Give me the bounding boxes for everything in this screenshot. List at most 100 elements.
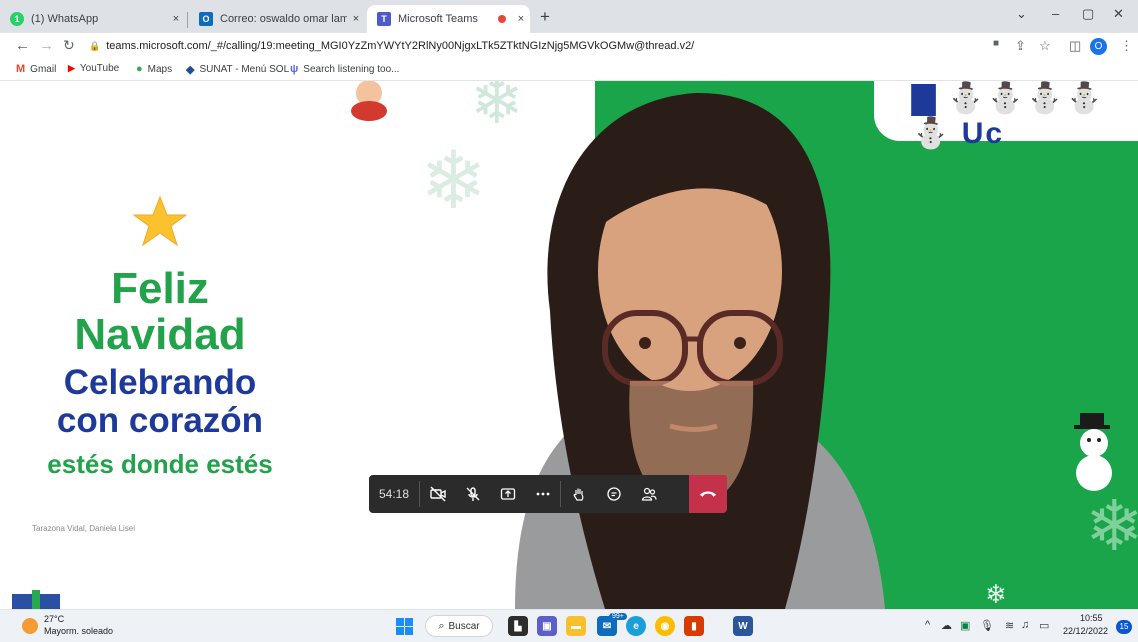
- close-window-button[interactable]: ✕: [1113, 6, 1124, 22]
- hang-up-button[interactable]: [689, 475, 727, 513]
- participant-video: [515, 92, 885, 609]
- taskbar-search[interactable]: ⌕ Buscar: [425, 615, 493, 637]
- camera-in-use-icon[interactable]: ■: [993, 38, 999, 49]
- office-app-icon[interactable]: ▮: [684, 616, 704, 636]
- tab-title: Correo: oswaldo omar lamas rios: [220, 13, 347, 25]
- call-timer: 54:18: [378, 487, 410, 501]
- address-bar[interactable]: 🔒 teams.microsoft.com/_#/calling/19:meeti…: [89, 36, 969, 57]
- participants-button[interactable]: [631, 475, 666, 513]
- brand-logo: ▇ ⛄⛄⛄⛄⛄ Uc: [912, 82, 1105, 150]
- weather-sun-icon[interactable]: [22, 618, 38, 634]
- greeting-line-5: estés donde estés: [47, 449, 273, 479]
- url-text: teams.microsoft.com/_#/calling/19:meetin…: [106, 40, 695, 52]
- camera-off-button[interactable]: [420, 475, 455, 513]
- tab-separator: [187, 12, 188, 28]
- minimize-button[interactable]: –: [1052, 6, 1059, 21]
- more-dots-icon: [536, 492, 549, 496]
- raise-hand-button[interactable]: [561, 475, 596, 513]
- edge-browser-icon[interactable]: e: [626, 616, 646, 636]
- whatsapp-icon: 1: [10, 12, 24, 26]
- chrome-browser-icon[interactable]: ◉: [655, 616, 675, 636]
- mic-mute-button[interactable]: [455, 475, 490, 513]
- search-icon: ⌕: [438, 619, 445, 632]
- back-arrow-icon[interactable]: ←: [15, 37, 30, 54]
- browser-tab-strip: 1 (1) WhatsApp × O Correo: oswaldo omar …: [0, 0, 1138, 33]
- phone-hangup-icon: [699, 491, 717, 497]
- onedrive-icon[interactable]: ☁: [941, 619, 952, 632]
- bookmark-label: Gmail: [30, 63, 57, 75]
- new-tab-button[interactable]: +: [540, 7, 550, 27]
- task-view-icon[interactable]: ▙: [508, 616, 528, 636]
- bookmark-maps[interactable]: ● Maps: [136, 63, 172, 75]
- snowflake-icon: ❄: [985, 579, 1007, 609]
- snowflake-icon: ❄: [1085, 487, 1138, 565]
- bookmark-search-listening[interactable]: ψ Search listening too...: [290, 63, 399, 75]
- app-tray-icon[interactable]: ▣: [960, 619, 970, 632]
- share-icon[interactable]: ⇪: [1015, 38, 1026, 54]
- word-icon[interactable]: W: [733, 616, 753, 636]
- microphone-icon[interactable]: 🎙: [980, 619, 994, 632]
- greeting-line-4: con corazón: [56, 401, 264, 440]
- clock-date[interactable]: 22/12/2022: [1063, 626, 1108, 636]
- bookmark-star-icon[interactable]: ☆: [1039, 38, 1051, 54]
- maximize-button[interactable]: ▢: [1082, 6, 1094, 22]
- reload-icon[interactable]: ↻: [63, 37, 75, 54]
- meeting-video-stage: ❄ ❄ ❄ ❄ ▇ ⛄⛄⛄⛄⛄ Uc Feliz Navidad Celebra…: [0, 81, 1138, 609]
- profile-avatar[interactable]: O: [1090, 38, 1107, 55]
- maps-icon: ●: [136, 63, 143, 75]
- bookmark-label: Maps: [147, 63, 173, 75]
- wifi-icon[interactable]: ≋: [1005, 619, 1014, 632]
- volume-icon[interactable]: ♫: [1021, 619, 1029, 631]
- battery-icon[interactable]: ▭: [1039, 619, 1049, 632]
- show-hidden-icons-icon[interactable]: ^: [925, 619, 930, 631]
- gift-box-icon: [12, 590, 60, 609]
- windows-start-icon[interactable]: [396, 618, 413, 635]
- file-explorer-icon[interactable]: ▬: [566, 616, 586, 636]
- tab-title: (1) WhatsApp: [31, 13, 99, 25]
- tab-search-icon[interactable]: ⌄: [1016, 6, 1027, 22]
- camera-off-icon: [429, 486, 446, 502]
- chat-button[interactable]: [596, 475, 631, 513]
- tab-outlook-mail[interactable]: O Correo: oswaldo omar lamas rios ×: [189, 5, 365, 33]
- recording-indicator-icon: [498, 15, 506, 23]
- greeting-line-2: Navidad: [74, 310, 246, 359]
- close-tab-icon[interactable]: ×: [512, 13, 530, 25]
- close-tab-icon[interactable]: ×: [167, 13, 185, 25]
- notification-badge[interactable]: 15: [1116, 620, 1132, 634]
- people-icon: [641, 487, 657, 501]
- mail-badge: 99+: [609, 613, 627, 620]
- forward-arrow-icon[interactable]: →: [39, 37, 54, 54]
- snowman-figure-icon: [1074, 413, 1112, 491]
- share-screen-button[interactable]: [490, 475, 525, 513]
- teams-chat-icon[interactable]: ▣: [537, 616, 557, 636]
- tab-whatsapp[interactable]: 1 (1) WhatsApp ×: [0, 5, 185, 33]
- bookmark-gmail[interactable]: M Gmail: [16, 63, 56, 75]
- bookmarks-bar: M Gmail ▶ YouTube ● Maps ◆ SUNAT - Menú …: [0, 60, 1138, 81]
- weather-description[interactable]: Mayorm. soleado: [44, 626, 113, 636]
- bookmark-label: Search listening too...: [303, 63, 400, 75]
- bookmark-sunat[interactable]: ◆ SUNAT - Menú SOL: [186, 63, 289, 76]
- teams-icon: T: [377, 12, 391, 26]
- weather-temperature[interactable]: 27°C: [44, 614, 64, 624]
- call-controls-bar: 54:18: [369, 475, 727, 513]
- chat-bubble-icon: [606, 487, 621, 501]
- windows-taskbar: 27°C Mayorm. soleado ⌕ Buscar ▙ ▣ ▬ ✉ 99+…: [0, 609, 1138, 642]
- menu-kebab-icon[interactable]: ⋮: [1120, 38, 1133, 54]
- browser-toolbar: ← → ↻ 🔒 teams.microsoft.com/_#/calling/19…: [0, 33, 1138, 60]
- tab-microsoft-teams[interactable]: T Microsoft Teams ×: [367, 5, 530, 33]
- greeting-line-3: Celebrando: [63, 363, 257, 402]
- side-panel-icon[interactable]: ◫: [1069, 38, 1081, 54]
- share-tray-icon: [500, 488, 515, 500]
- bookmark-youtube[interactable]: ▶ YouTube: [68, 63, 119, 74]
- bookmark-label: SUNAT - Menú SOL: [199, 64, 290, 75]
- clock-time[interactable]: 10:55: [1080, 613, 1103, 623]
- hand-icon: [573, 488, 583, 501]
- tab-title: Microsoft Teams: [398, 13, 478, 25]
- close-tab-icon[interactable]: ×: [347, 13, 365, 25]
- gmail-icon: M: [16, 63, 26, 75]
- greeting-line-1: Feliz: [111, 264, 209, 313]
- participant-name: Tarazona Vidal, Daniela Lisei: [32, 524, 136, 533]
- bookmark-label: YouTube: [79, 63, 120, 74]
- more-actions-button[interactable]: [525, 475, 560, 513]
- mic-off-icon: [466, 487, 479, 501]
